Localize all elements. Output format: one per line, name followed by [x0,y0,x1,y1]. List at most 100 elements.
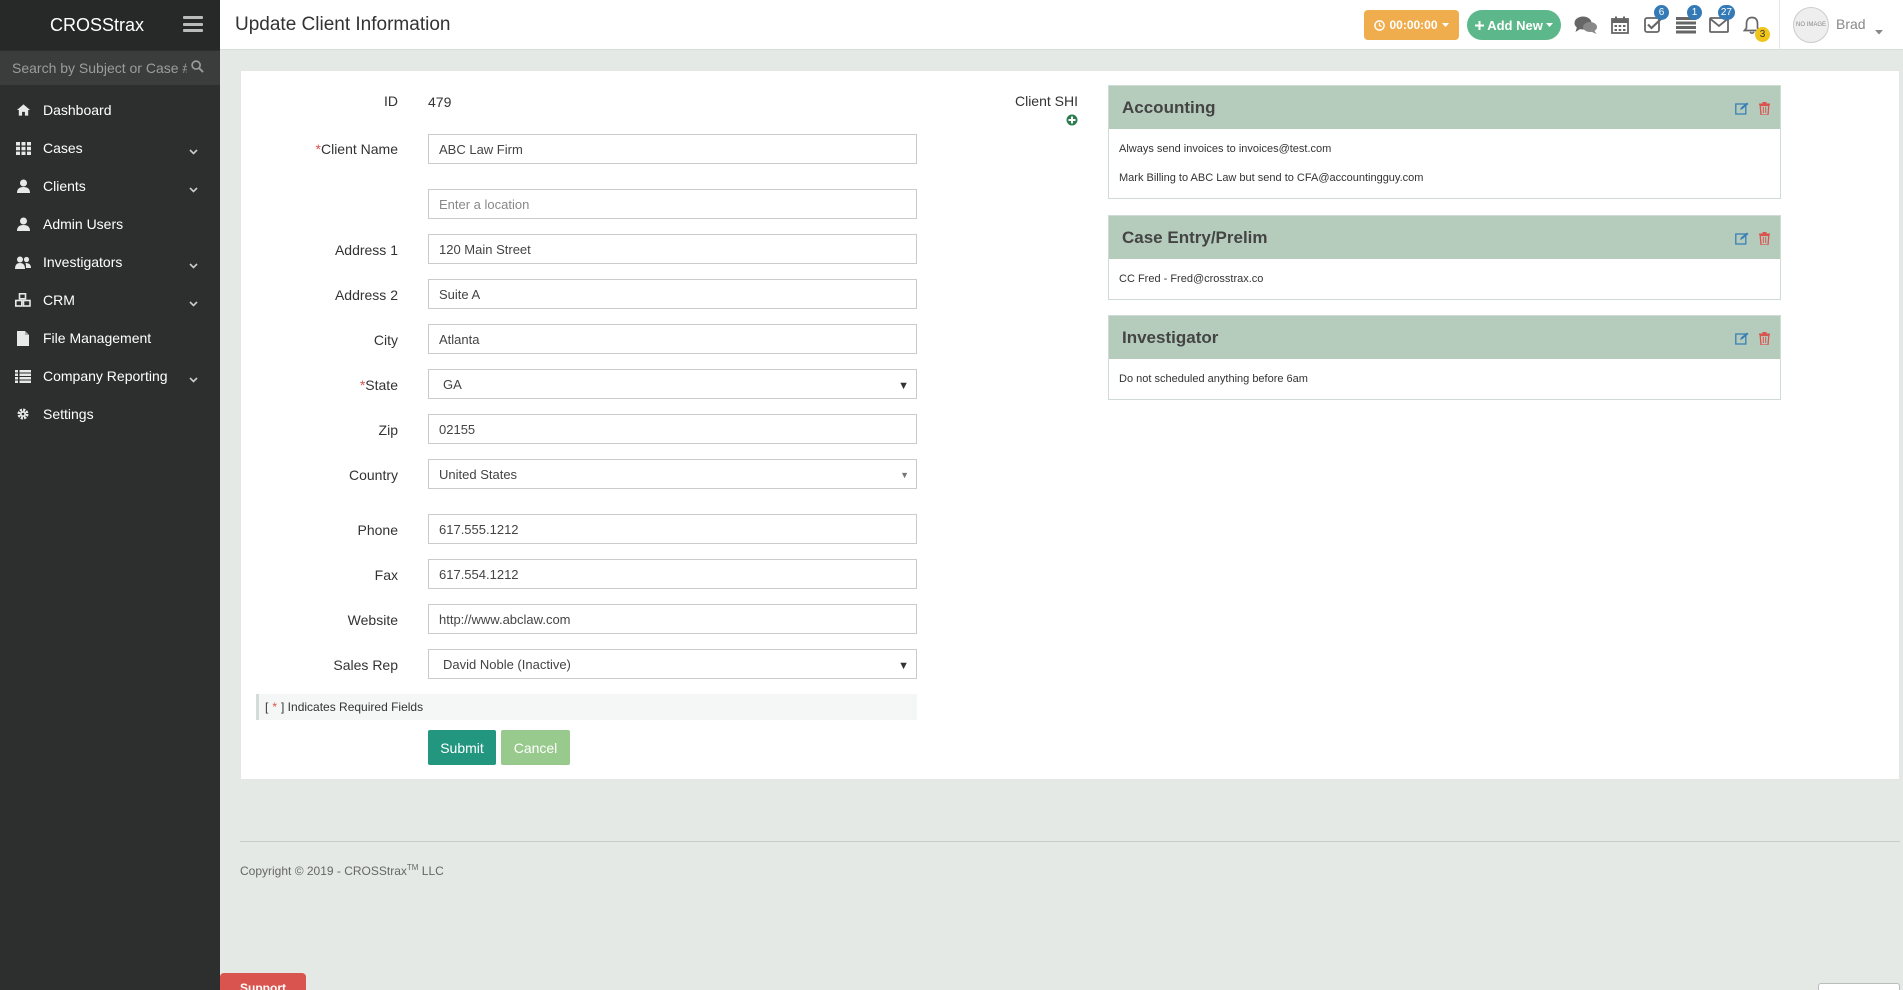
avatar[interactable]: NO IMAGE [1793,7,1829,43]
trash-icon[interactable] [1759,330,1770,350]
caret-down-icon [1545,22,1553,27]
mail-icon[interactable]: 27 [1707,5,1735,36]
cases-badge: 1 [1687,5,1702,20]
location-field[interactable] [428,189,917,219]
caret-down-icon [1441,22,1449,27]
edit-icon[interactable] [1735,100,1749,120]
website-field[interactable] [428,604,917,634]
trash-icon[interactable] [1759,230,1770,250]
calendar-icon[interactable] [1608,14,1632,36]
note-actions [1735,230,1770,250]
sidebar-item-cases[interactable]: Cases [0,129,220,167]
sidebar-item-investigators[interactable]: Investigators [0,243,220,281]
website-label: Website [347,612,398,628]
note-title: Case Entry/Prelim [1122,227,1268,247]
phone-field[interactable] [428,514,917,544]
note-actions [1735,330,1770,350]
cubes-icon [15,292,31,308]
edit-icon[interactable] [1735,330,1749,350]
sidebar-item-label: Cases [43,140,83,156]
sidebar-item-label: CRM [43,292,75,308]
address1-field[interactable] [428,234,917,264]
chevron-down-icon [189,142,198,159]
note-line: CC Fred - Fred@crosstrax.co [1119,273,1264,285]
note-line: Always send invoices to invoices@test.co… [1119,143,1332,155]
gear-icon [15,406,31,422]
hamburger-menu-icon[interactable] [183,16,203,32]
add-circle-icon[interactable] [1066,113,1078,130]
address2-label: Address 2 [334,287,398,303]
zip-field[interactable] [428,414,917,444]
add-new-button[interactable]: Add New [1467,10,1561,40]
sidebar-item-settings[interactable]: Settings [0,395,220,433]
submit-button[interactable]: Submit [428,730,496,765]
support-button[interactable]: Support [220,973,306,990]
brand-logo[interactable]: CROSStrax [50,15,144,36]
search-icon[interactable] [191,60,204,77]
note-title: Accounting [1122,97,1216,117]
footer-divider [240,841,1900,842]
timer-value: 00:00:00 [1389,18,1438,32]
fax-field[interactable] [428,559,917,589]
caret-down-icon[interactable] [1875,22,1883,39]
page-title: Update Client Information [235,14,451,35]
address2-field[interactable] [428,279,917,309]
alerts-badge: 3 [1755,27,1770,42]
user-icon [15,178,31,194]
sales-rep-select[interactable]: David Noble (Inactive) ▼ [428,649,917,679]
brand-bar: CROSStrax [0,0,220,50]
note-header: Case Entry/Prelim [1109,216,1780,259]
search-input[interactable] [12,60,187,76]
required-star: * [272,700,278,714]
sidebar-search [0,51,220,85]
client-name-field[interactable] [428,134,917,164]
sidebar: CROSStrax Dashboard Cases Clients Admin … [0,0,220,990]
caret-down-icon: ▼ [898,380,909,392]
client-name-label: *Client Name [238,141,398,157]
sidebar-nav: Dashboard Cases Clients Admin Users Inve… [0,91,220,433]
bell-icon[interactable]: 3 [1740,14,1770,42]
sidebar-item-label: Admin Users [43,216,124,232]
plus-icon [1475,20,1485,30]
address1-label: Address 1 [334,242,398,258]
sidebar-item-crm[interactable]: CRM [0,281,220,319]
edit-icon[interactable] [1735,230,1749,250]
sidebar-item-file-management[interactable]: File Management [0,319,220,357]
timer-button[interactable]: 00:00:00 [1364,10,1459,40]
city-field[interactable] [428,324,917,354]
top-bar: Update Client Information 00:00:00 Add N… [220,0,1903,50]
cases-list-icon[interactable]: 1 [1674,5,1702,36]
trash-icon[interactable] [1759,100,1770,120]
sidebar-item-label: Investigators [43,254,123,270]
sidebar-item-label: Settings [43,406,94,422]
chevron-down-icon [189,370,198,387]
sidebar-item-clients[interactable]: Clients [0,167,220,205]
zip-label: Zip [378,422,398,438]
copyright-prefix: Copyright © 2019 - CROSStrax [240,864,407,878]
country-select[interactable]: United States ▼ [428,459,917,489]
chat-icon[interactable] [1574,14,1598,36]
user-icon [15,216,31,232]
file-icon [15,330,31,346]
sidebar-item-company-reporting[interactable]: Company Reporting [0,357,220,395]
caret-down-icon: ▼ [898,660,909,672]
tasks-badge: 6 [1654,5,1669,20]
note-line: Do not scheduled anything before 6am [1119,373,1308,385]
sales-rep-label: Sales Rep [333,657,398,673]
grid-icon [15,140,31,156]
tasks-icon[interactable]: 6 [1641,5,1669,36]
sidebar-item-label: File Management [43,330,152,346]
sidebar-item-admin-users[interactable]: Admin Users [0,205,220,243]
trademark: TM [406,863,419,872]
add-new-label: Add New [1487,17,1543,33]
state-label-text: State [365,377,398,393]
state-label: *State [238,377,398,393]
sidebar-item-dashboard[interactable]: Dashboard [0,91,220,129]
list-icon [15,368,31,384]
chat-widget-tab[interactable] [1818,983,1900,990]
note-body: Always send invoices to invoices@test.co… [1109,129,1780,198]
note-body: CC Fred - Fred@crosstrax.co [1109,259,1780,299]
state-select[interactable]: GA ▼ [428,369,917,399]
cancel-button[interactable]: Cancel [501,730,570,765]
user-name[interactable]: Brad [1836,16,1866,32]
